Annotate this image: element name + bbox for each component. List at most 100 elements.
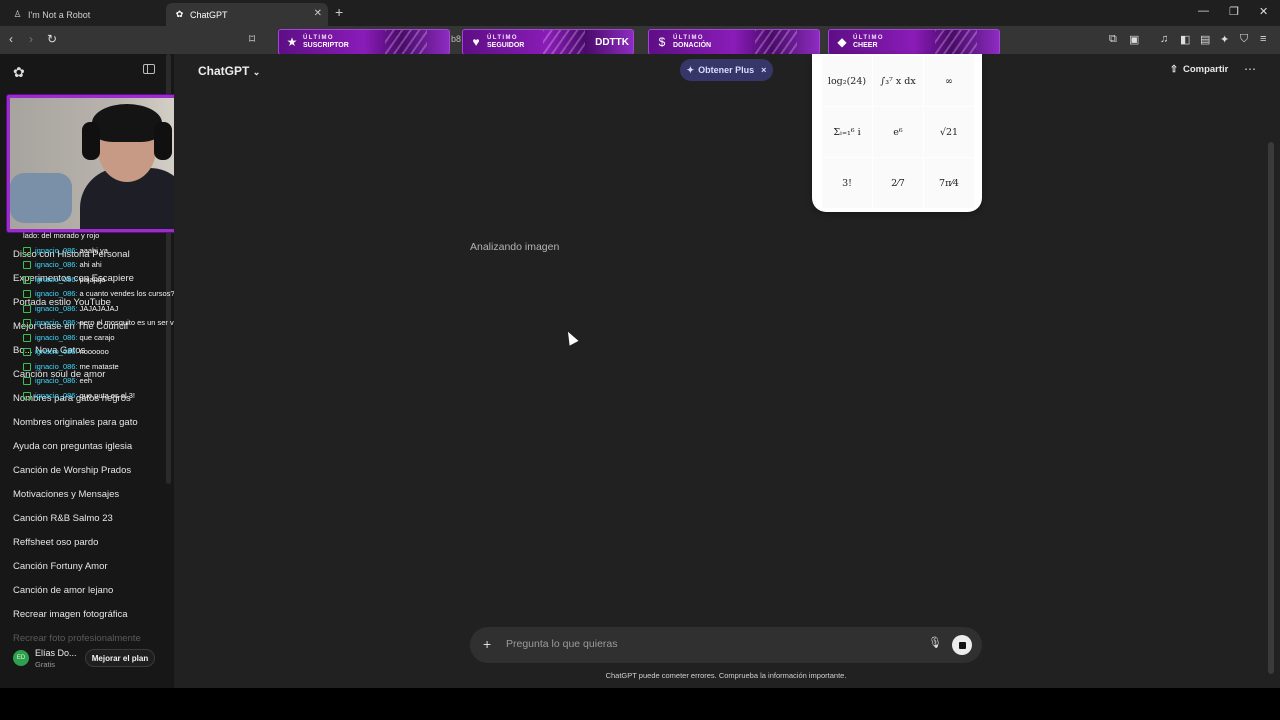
screenshot-icon[interactable]: ▣ (1129, 33, 1139, 46)
alert-title: ÚLTIMO (853, 35, 884, 41)
main-scrollbar[interactable] (1268, 142, 1274, 674)
math-expression-image: log₂(24) ∫₃⁷ x dx ∞ Σᵢ₌₁⁶ i e⁶ √21 3! 2⁄… (812, 54, 982, 212)
alert-decoration (935, 30, 977, 54)
heart-icon: ♥ (472, 35, 480, 49)
attach-plus-icon[interactable]: + (483, 636, 491, 652)
stop-button[interactable] (952, 635, 972, 655)
chat-history-item[interactable]: Nombres originales para gato (13, 416, 163, 440)
chat-history-item[interactable]: Reffsheet oso pardo (13, 536, 163, 560)
chat-message: noooooo (79, 347, 109, 356)
chat-message: ahi ahi (79, 260, 102, 269)
sidebar-icon[interactable]: ◧ (1180, 33, 1190, 46)
chat-message: me mataste (79, 362, 119, 371)
chat-badge-icon (23, 304, 31, 313)
stream-chat-line: ignacio_086: que carajo (23, 333, 115, 342)
alert-title: ÚLTIMO (673, 35, 704, 41)
tab-label: ChatGPT (190, 9, 228, 20)
close-tab-icon[interactable]: ✕ (314, 8, 322, 19)
webcam-person-hair (92, 104, 162, 142)
robot-favicon-icon: ♙ (13, 9, 22, 19)
chat-message: JAJAJAJAJ (79, 304, 119, 313)
alert-decoration (543, 30, 585, 54)
avatar[interactable]: ED (13, 650, 29, 666)
chat-history-item[interactable]: Canción de Worship Prados (13, 464, 163, 488)
wallet-icon[interactable]: ▤ (1200, 33, 1210, 46)
math-cell: ∞ (924, 56, 974, 106)
bookmark-icon[interactable]: ⌑ (249, 32, 255, 46)
stream-chat-line: ignacio_086: a cuanto vendes los cursos? (23, 289, 175, 298)
stream-chat-line: ignacio_086: pero el mosquito es un ser v… (23, 318, 183, 327)
chat-history-item[interactable]: Canción R&B Salmo 23 (13, 512, 163, 536)
message-composer[interactable]: + Pregunta lo que quieras 🎙 (470, 627, 982, 663)
math-cell: 2⁄7 (873, 158, 923, 208)
alert-subtitle: SEGUIDOR (487, 42, 525, 49)
menu-icon[interactable]: ≡ (1260, 33, 1266, 45)
headphone-right-icon (154, 122, 172, 160)
alert-last-subscriber: ★ ÚLTIMO SUSCRIPTOR (278, 29, 450, 55)
chat-message: que puta es el 3! (79, 391, 136, 400)
get-plus-button[interactable]: ✦ Obtener Plus × (680, 59, 773, 81)
alert-last-donation: $ ÚLTIMO DONACIÓN (648, 29, 820, 55)
model-selector[interactable]: ChatGPT ⌄ (198, 64, 260, 78)
user-plan: Gratis (35, 660, 56, 669)
tab-strip: ♙ I'm Not a Robot ✿ ChatGPT ✕ + — ❐ ✕ (0, 0, 1280, 26)
music-icon[interactable]: ♫ (1160, 33, 1168, 45)
math-cell: Σᵢ₌₁⁶ i (822, 107, 872, 157)
analyzing-status: Analizando imagen (470, 241, 560, 253)
math-cell: 7π⁄4 (924, 158, 974, 208)
chat-history-item[interactable]: Motivaciones y Mensajes (13, 488, 163, 512)
chat-username: ignacio_086: (35, 246, 78, 255)
upgrade-plan-button[interactable]: Mejorar el plan (85, 649, 155, 667)
minimize-icon[interactable]: — (1198, 5, 1209, 17)
restore-icon[interactable]: ❐ (1229, 5, 1239, 18)
chat-message: pero el mosquito es un ser vivo (79, 318, 184, 327)
math-cell: log₂(24) (822, 56, 872, 106)
new-tab-button[interactable]: + (335, 4, 343, 20)
chat-history-item[interactable]: Canción Fortuny Amor (13, 560, 163, 584)
chat-username: ignacio_086: (35, 333, 78, 342)
alert-title: ÚLTIMO (487, 35, 518, 41)
alert-subtitle: DONACIÓN (673, 42, 712, 49)
chat-badge-icon (23, 289, 31, 298)
chat-message: que carajo (79, 333, 115, 342)
sidebar-toggle-icon[interactable] (143, 64, 155, 74)
tab-im-not-a-robot[interactable]: ♙ I'm Not a Robot (4, 3, 164, 26)
chat-message: a cuanto vendes los cursos? (79, 289, 175, 298)
tab-chatgpt[interactable]: ✿ ChatGPT ✕ (166, 3, 328, 26)
chat-username: ignacio_086: (35, 318, 78, 327)
chat-username: ignacio_086: (35, 376, 78, 385)
forward-icon[interactable]: › (29, 32, 33, 46)
math-cell: 3! (822, 158, 872, 208)
chat-history-item[interactable]: Ayuda con preguntas iglesia (13, 440, 163, 464)
close-window-icon[interactable]: ✕ (1259, 5, 1268, 18)
chat-username: ignacio_086: (35, 260, 78, 269)
reload-icon[interactable]: ↻ (47, 32, 57, 46)
chat-badge-icon (23, 362, 31, 371)
more-options-icon[interactable]: ⋯ (1244, 62, 1256, 76)
extensions-icon[interactable]: ⧉ (1109, 33, 1117, 46)
user-account[interactable]: ED Elías Do... Gratis Mejorar el plan (0, 648, 174, 688)
share-button[interactable]: ⇧ Compartir (1170, 64, 1228, 75)
microphone-icon[interactable]: 🎙 (928, 636, 942, 649)
address-fragment[interactable]: b8 (451, 34, 461, 44)
ai-sparkle-icon[interactable]: ✦ (1220, 33, 1229, 46)
headphone-left-icon (82, 122, 100, 160)
math-cell: √21 (924, 107, 974, 157)
star-icon: ★ (286, 35, 298, 49)
back-icon[interactable]: ‹ (9, 32, 13, 46)
openai-logo-icon[interactable]: ✿ (13, 64, 25, 81)
chat-username: ignacio_086: (35, 289, 78, 298)
close-icon[interactable]: × (761, 65, 766, 75)
alert-subtitle: CHEER (853, 42, 878, 49)
math-cell: e⁶ (873, 107, 923, 157)
user-name: Elías Do... (35, 648, 77, 658)
alert-decoration (755, 30, 797, 54)
chat-history-item[interactable]: Recrear imagen fotográfica (13, 608, 163, 632)
browser-toolbar: ‹ › ↻ ⌑ b8 ⧉ ▣ ♫ ◧ ▤ ✦ ⛉ ≡ (0, 26, 1280, 54)
main-content: ChatGPT ⌄ ✦ Obtener Plus × ⇧ Compartir ⋯ lo… (174, 54, 1274, 688)
chat-history-item[interactable]: Canción de amor lejano (13, 584, 163, 608)
stream-chat-line: ignacio_086: noooooo (23, 347, 109, 356)
prompt-input[interactable]: Pregunta lo que quieras (506, 638, 618, 650)
math-cell: ∫₃⁷ x dx (873, 56, 923, 106)
shield-icon[interactable]: ⛉ (1240, 33, 1248, 46)
